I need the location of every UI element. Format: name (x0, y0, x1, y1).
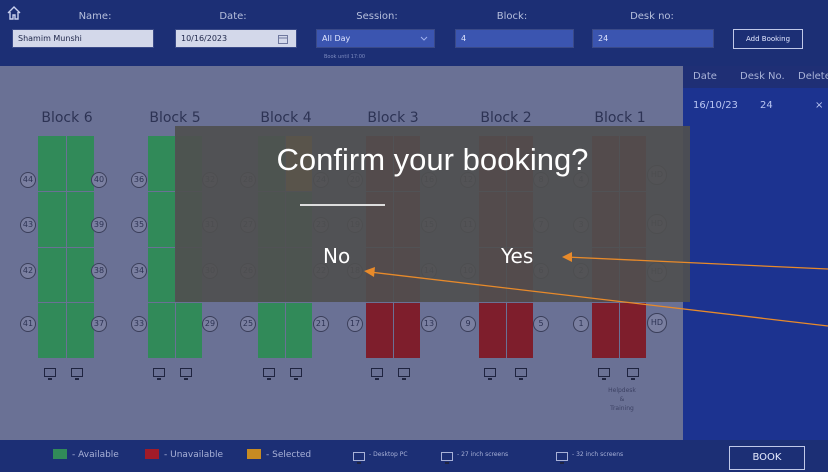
arrow-to-yes (565, 256, 828, 270)
arrow-to-no (369, 271, 828, 327)
arrowhead-no (364, 267, 375, 277)
annotation-arrows (364, 252, 828, 327)
arrowhead-yes (562, 252, 572, 262)
